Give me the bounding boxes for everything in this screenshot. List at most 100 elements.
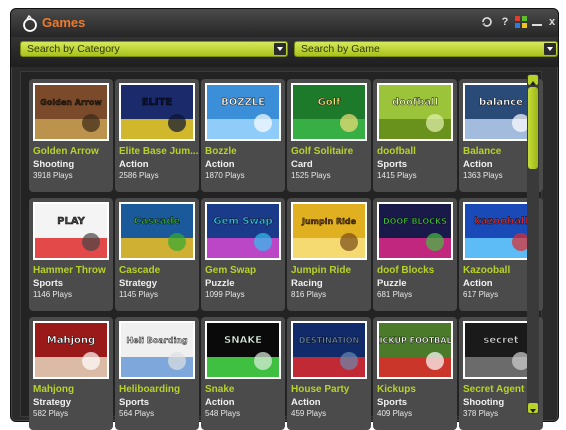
game-dropdown[interactable]: Search by Game xyxy=(294,41,558,57)
thumbnail-art: BOZZLE xyxy=(207,85,279,139)
game-thumbnail[interactable]: ELITE xyxy=(119,83,195,141)
thumbnail-art: Jumpin Ride xyxy=(293,204,365,258)
thumbnail-art: Heli Boarding xyxy=(121,323,193,377)
vertical-scrollbar[interactable] xyxy=(527,74,539,414)
thumbnail-art: Gem Swap xyxy=(207,204,279,258)
game-title[interactable]: Golden Arrow xyxy=(33,146,99,157)
game-title[interactable]: doof Blocks xyxy=(377,265,434,276)
color-grid-icon[interactable] xyxy=(514,15,528,29)
game-thumbnail[interactable]: Cascade xyxy=(119,202,195,260)
game-thumbnail[interactable]: PLAY xyxy=(33,202,109,260)
game-thumbnail[interactable]: Gem Swap xyxy=(205,202,281,260)
game-title[interactable]: Bozzle xyxy=(205,146,237,157)
scroll-up-button[interactable] xyxy=(528,75,538,85)
game-plays: 564 Plays xyxy=(119,409,155,418)
svg-text:Golden Arrow: Golden Arrow xyxy=(40,98,102,107)
game-thumbnail[interactable]: Mahjong xyxy=(33,321,109,379)
game-plays: 409 Plays xyxy=(377,409,413,418)
game-title[interactable]: Elite Base Jum... xyxy=(119,146,198,157)
game-card[interactable]: KICKUP FOOTBALL Kickups Sports409 Plays xyxy=(373,317,457,430)
game-thumbnail[interactable]: SNAKE xyxy=(205,321,281,379)
game-title[interactable]: House Party xyxy=(291,384,349,395)
game-title[interactable]: Kazooball xyxy=(463,265,510,276)
game-card[interactable]: Heli Boarding Heliboarding Sports 564 Play… xyxy=(115,317,199,430)
game-thumbnail[interactable]: Jumpin Ride xyxy=(291,202,367,260)
game-category: Racing xyxy=(291,278,323,289)
game-title[interactable]: Secret Agent xyxy=(463,384,524,395)
game-thumbnail[interactable]: doofball xyxy=(377,83,453,141)
svg-text:ELITE: ELITE xyxy=(142,97,173,108)
game-category: Action xyxy=(205,159,235,170)
games-app-icon xyxy=(23,14,37,32)
svg-text:KICKUP FOOTBALL: KICKUP FOOTBALL xyxy=(379,336,451,345)
title-bar[interactable]: Games ? x xyxy=(11,9,558,37)
close-icon[interactable]: x xyxy=(545,15,559,29)
game-card[interactable]: Golden Arrow Golden Arrow Shooting 3918 Pl… xyxy=(29,79,113,192)
game-card[interactable]: BOZZLE Bozzle Action 1870 Plays xyxy=(201,79,285,192)
chevron-down-icon[interactable] xyxy=(274,43,286,55)
game-plays: 582 Plays xyxy=(33,409,69,418)
game-category: Strategy xyxy=(119,278,158,289)
game-card[interactable]: Cascade Cascade Strategy 1145 Plays xyxy=(115,198,199,311)
game-card[interactable]: ELITE Elite Base Jum... Action 2586 Plays xyxy=(115,79,199,192)
svg-text:Golf: Golf xyxy=(318,97,342,108)
game-category: Action xyxy=(205,397,235,408)
game-title[interactable]: Golf Solitaire xyxy=(291,146,353,157)
svg-text:DESTINATION: DESTINATION xyxy=(299,336,360,345)
game-thumbnail[interactable]: Golden Arrow xyxy=(33,83,109,141)
game-thumbnail[interactable]: Heli Boarding xyxy=(119,321,195,379)
minimize-icon[interactable] xyxy=(530,15,544,29)
game-plays: 681 Plays xyxy=(377,290,413,299)
game-card[interactable]: DOOF BLOCKS doof Blocks Puzzle 681 Plays xyxy=(373,198,457,311)
game-thumbnail[interactable]: KICKUP FOOTBALL xyxy=(377,321,453,379)
game-title[interactable]: Gem Swap xyxy=(205,265,256,276)
scrollbar-thumb[interactable] xyxy=(528,87,538,169)
game-category: Card xyxy=(291,159,313,170)
game-category: Action xyxy=(463,159,493,170)
game-plays: 548 Plays xyxy=(205,409,241,418)
game-card[interactable]: doofball doofball Sports 1415 Plays xyxy=(373,79,457,192)
game-category: Shooting xyxy=(33,159,75,170)
game-title[interactable]: Balance xyxy=(463,146,501,157)
svg-text:doofball: doofball xyxy=(392,97,438,108)
svg-text:Jumpin Ride: Jumpin Ride xyxy=(301,217,357,226)
category-dropdown[interactable]: Search by Category xyxy=(20,41,288,57)
game-thumbnail[interactable]: DESTINATION xyxy=(291,321,367,379)
game-thumbnail[interactable]: DOOF BLOCKS xyxy=(377,202,453,260)
game-plays: 1146 Plays xyxy=(33,290,72,299)
scroll-down-button[interactable] xyxy=(528,403,538,413)
game-title[interactable]: Cascade xyxy=(119,265,160,276)
game-thumbnail[interactable]: Golf xyxy=(291,83,367,141)
chevron-down-icon[interactable] xyxy=(544,43,556,55)
game-title[interactable]: Hammer Throw xyxy=(33,265,106,276)
thumbnail-art: KICKUP FOOTBALL xyxy=(379,323,451,377)
games-grid: Golden Arrow Golden Arrow Shooting 3918 Pl… xyxy=(29,79,543,430)
game-title[interactable]: Mahjong xyxy=(33,384,74,395)
svg-text:DOOF BLOCKS: DOOF BLOCKS xyxy=(383,217,447,226)
game-title[interactable]: Kickups xyxy=(377,384,416,395)
game-title[interactable]: Heliboarding xyxy=(119,384,180,395)
svg-text:SNAKE: SNAKE xyxy=(224,335,262,346)
category-dropdown-label: Search by Category xyxy=(27,43,120,55)
game-card[interactable]: PLAY Hammer Throw Sports 1146 Plays xyxy=(29,198,113,311)
game-card[interactable]: Mahjong Mahjong Strategy 582 Plays xyxy=(29,317,113,430)
games-list: Golden Arrow Golden Arrow Shooting 3918 Pl… xyxy=(20,71,543,430)
game-thumbnail[interactable]: BOZZLE xyxy=(205,83,281,141)
game-title[interactable]: Snake xyxy=(205,384,234,395)
game-category: Action xyxy=(119,159,149,170)
thumbnail-art: DOOF BLOCKS xyxy=(379,204,451,258)
game-category: Sports xyxy=(33,278,64,289)
refresh-icon[interactable] xyxy=(480,15,494,29)
game-title[interactable]: Jumpin Ride xyxy=(291,265,351,276)
game-title[interactable]: doofball xyxy=(377,146,416,157)
game-card[interactable]: Gem Swap Gem Swap Puzzle 1099 Plays xyxy=(201,198,285,311)
help-icon[interactable]: ? xyxy=(498,15,512,29)
svg-text:balance: balance xyxy=(479,97,523,108)
window-title: Games xyxy=(42,15,86,30)
game-card[interactable]: Jumpin Ride Jumpin Ride Racing 816 Plays xyxy=(287,198,371,311)
game-category: Strategy xyxy=(33,397,72,408)
game-card[interactable]: SNAKE Snake Action 548 Plays xyxy=(201,317,285,430)
game-card[interactable]: Golf Golf Solitaire Card 1525 Plays xyxy=(287,79,371,192)
thumbnail-art: DESTINATION xyxy=(293,323,365,377)
game-card[interactable]: DESTINATION House Party Action 459 Plays xyxy=(287,317,371,430)
